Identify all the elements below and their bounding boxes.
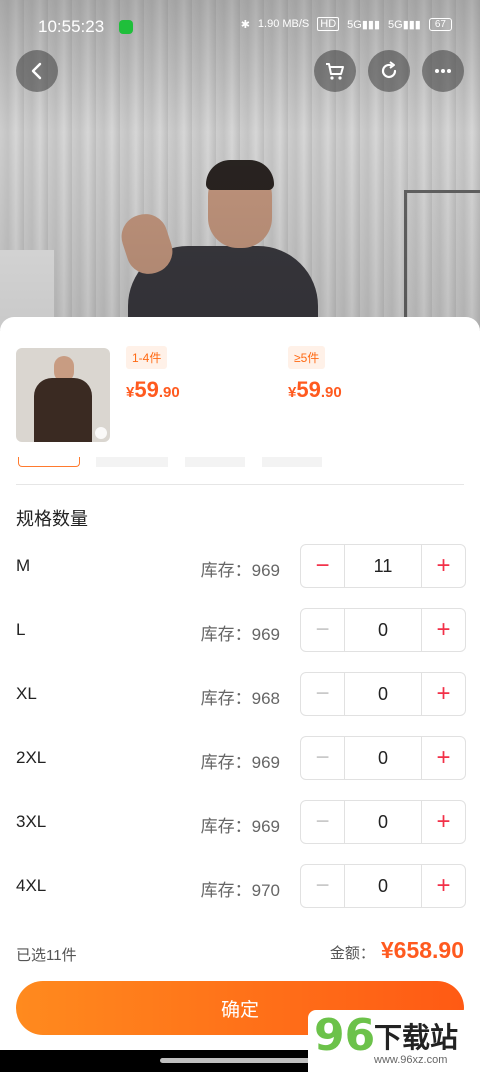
status-bar: 10:55:23 ✱ 1.90 MB/S HD 5G▮▮▮ 5G▮▮▮ 67 (0, 0, 480, 56)
decrease-button[interactable]: − (301, 801, 344, 843)
quantity-stepper: − 0 + (300, 608, 466, 652)
status-time: 10:55:23 (38, 17, 105, 36)
battery-icon: 67 (428, 17, 452, 31)
size-label: 4XL (16, 876, 47, 895)
decrease-button[interactable]: − (301, 865, 344, 907)
size-row-l: L 库存：969 − 0 + (0, 608, 480, 652)
increase-button[interactable]: + (422, 545, 465, 587)
stock-text: 库存：970 (200, 881, 280, 900)
sku-selection-sheet: 1-4件 ¥59.90 ≥5件 ¥59.90 规格数量 M 库存：969 − 1… (0, 317, 480, 1072)
quantity-stepper: − 11 + (300, 544, 466, 588)
refresh-icon (381, 61, 397, 79)
tier-range: ≥5件 (288, 346, 326, 369)
watermark-number: 96 (314, 1010, 376, 1061)
chevron-left-icon (31, 62, 42, 80)
quantity-stepper: − 0 + (300, 864, 466, 908)
tier-price: ¥59.90 (126, 377, 180, 402)
back-button[interactable] (16, 50, 58, 92)
size-row-4xl: 4XL 库存：970 − 0 + (0, 864, 480, 908)
size-row-2xl: 2XL 库存：969 − 0 + (0, 736, 480, 780)
status-indicators: ✱ 1.90 MB/S HD 5G▮▮▮ 5G▮▮▮ 67 (241, 17, 452, 31)
size-row-m: M 库存：969 − 11 + (0, 544, 480, 588)
watermark-text: 下载站 (374, 1022, 459, 1053)
color-option-selected[interactable] (18, 457, 80, 467)
cart-icon (326, 63, 344, 80)
increase-button[interactable]: + (422, 801, 465, 843)
product-thumbnail[interactable] (16, 348, 110, 442)
size-label: M (16, 556, 31, 575)
quantity-value[interactable]: 0 (344, 673, 422, 715)
watermark-url: www.96xz.com (374, 1054, 448, 1066)
total-amount: 金额： ¥658.90 (330, 937, 464, 964)
increase-button[interactable]: + (422, 865, 465, 907)
price-tier-2: ≥5件 ¥59.90 (288, 346, 342, 403)
stock-text: 库存：968 (200, 689, 280, 708)
stock-text: 库存：969 (200, 561, 280, 580)
color-option[interactable] (262, 457, 322, 467)
signal-icon-2: 5G▮▮▮ (388, 18, 421, 31)
selected-count: 已选11件 (16, 947, 77, 964)
quantity-stepper: − 0 + (300, 800, 466, 844)
hd-badge: HD (317, 17, 340, 31)
quantity-value[interactable]: 0 (344, 609, 422, 651)
size-label: XL (16, 684, 37, 703)
size-label: 2XL (16, 748, 47, 767)
increase-button[interactable]: + (422, 737, 465, 779)
zoom-icon (95, 427, 107, 439)
decrease-button[interactable]: − (301, 737, 344, 779)
bluetooth-icon: ✱ (240, 18, 250, 31)
quantity-value[interactable]: 11 (344, 545, 422, 587)
signal-icon-1: 5G▮▮▮ (347, 18, 381, 31)
decrease-button[interactable]: − (301, 545, 344, 587)
increase-button[interactable]: + (422, 609, 465, 651)
watermark-logo: 96 下载站 www.96xz.com (308, 1010, 480, 1072)
home-indicator[interactable] (160, 1058, 320, 1063)
share-button[interactable] (368, 50, 410, 92)
price-tier-1: 1-4件 ¥59.90 (126, 346, 180, 403)
more-button[interactable] (422, 50, 464, 92)
stock-text: 库存：969 (200, 817, 280, 836)
size-label: L (16, 620, 26, 639)
color-option[interactable] (96, 457, 168, 467)
quantity-value[interactable]: 0 (344, 737, 422, 779)
tier-range: 1-4件 (126, 346, 168, 369)
increase-button[interactable]: + (422, 673, 465, 715)
size-label: 3XL (16, 812, 47, 831)
spec-section-title: 规格数量 (16, 509, 88, 529)
wechat-notification-icon (119, 20, 133, 34)
stock-text: 库存：969 (200, 753, 280, 772)
amount-value: ¥658.90 (380, 937, 464, 963)
net-speed: 1.90 MB/S (257, 18, 310, 30)
quantity-stepper: − 0 + (300, 736, 466, 780)
more-dots-icon (435, 69, 451, 73)
decrease-button[interactable]: − (301, 609, 344, 651)
color-option[interactable] (185, 457, 245, 467)
size-row-xl: XL 库存：968 − 0 + (0, 672, 480, 716)
quantity-value[interactable]: 0 (344, 865, 422, 907)
decrease-button[interactable]: − (301, 673, 344, 715)
stock-text: 库存：969 (200, 625, 280, 644)
size-row-3xl: 3XL 库存：969 − 0 + (0, 800, 480, 844)
amount-label: 金额： (329, 945, 375, 962)
divider (16, 484, 464, 485)
cart-button[interactable] (314, 50, 356, 92)
quantity-value[interactable]: 0 (344, 801, 422, 843)
tier-price: ¥59.90 (288, 377, 342, 402)
quantity-stepper: − 0 + (300, 672, 466, 716)
